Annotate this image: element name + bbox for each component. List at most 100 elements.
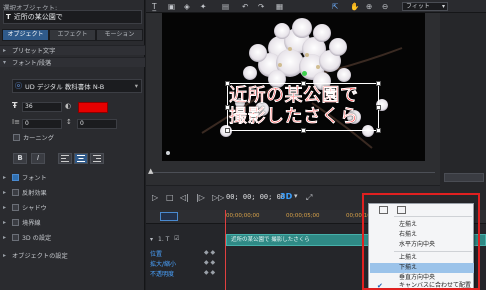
highlight-annotation <box>362 193 480 290</box>
scrub-marker-icon[interactable]: ▲ <box>148 167 153 175</box>
title-tool-icon[interactable]: T̲ <box>152 2 157 11</box>
select-tool-icon[interactable]: ⇱ <box>332 2 338 11</box>
undo-icon[interactable]: ↶ <box>242 2 248 11</box>
border-checkbox[interactable] <box>12 218 19 226</box>
caption-line-1: 近所の某公園で <box>229 85 359 106</box>
section-reflection[interactable]: ▸ 反射効果 <box>0 187 145 197</box>
prev-frame-icon[interactable]: ◁| <box>180 193 189 202</box>
chevron-down-icon: ▾ <box>441 3 445 10</box>
object-name-field[interactable]: T 近所の某公園で <box>3 10 142 24</box>
font-color-swatch[interactable] <box>78 102 108 113</box>
section-border-label: 境界線 <box>22 219 41 227</box>
title-caption[interactable]: 近所の某公園で 撮影したさくら <box>229 85 379 127</box>
track-checkbox[interactable]: ☑ <box>174 235 179 242</box>
section-border[interactable]: ▸ 境界線 <box>0 217 145 227</box>
3d-checkbox[interactable] <box>12 233 19 241</box>
text-object-icon: T <box>6 13 11 21</box>
zoom-out-icon[interactable]: ⊖ <box>382 2 388 11</box>
color-fill-icon: ◐ <box>65 102 72 110</box>
kerning-checkbox[interactable] <box>13 134 20 141</box>
ruler-tick-label: 00;00;05;00 <box>286 213 320 219</box>
hand-tool-icon[interactable]: ✋ <box>350 2 359 11</box>
properties-panel: 選択オブジェクト: T 近所の某公園で オブジェクト エフェクト モーション ▸… <box>0 0 145 290</box>
line-spacing-input[interactable]: 0 <box>77 119 117 129</box>
keyframe-icon[interactable]: ◆ ◆ <box>204 269 215 276</box>
section-shadow[interactable]: ▸ シャドウ <box>0 202 145 212</box>
preview-scrub-bar[interactable] <box>150 172 435 173</box>
caption-line-2: 撮影したさくら <box>229 106 359 127</box>
next-frame-icon[interactable]: |▷ <box>196 193 205 202</box>
keyframe-icon[interactable]: ◆ ◆ <box>204 259 215 266</box>
italic-button[interactable]: I <box>31 153 45 164</box>
particle-tool-icon[interactable]: ✦ <box>200 2 206 11</box>
font-size-input[interactable]: 36 <box>22 102 62 112</box>
section-preset[interactable]: ▸ プリセット文字 <box>0 45 145 55</box>
track-label: 1. T <box>158 236 170 243</box>
image-tool-icon[interactable]: ▣ <box>168 2 175 11</box>
resize-handle[interactable] <box>301 128 306 133</box>
align-center-icon <box>77 155 85 162</box>
kerning-option[interactable]: カーニング <box>13 133 54 142</box>
prop-opacity[interactable]: 不透明度 <box>150 269 174 278</box>
expand-arrow-icon: ▸ <box>3 233 7 241</box>
align-right-button[interactable] <box>90 153 104 164</box>
section-font[interactable]: ▾ フォント/段落 <box>0 57 145 67</box>
section-object-settings[interactable]: ▸ オブジェクトの設定 <box>0 250 145 260</box>
stop-icon[interactable]: □ <box>166 193 174 202</box>
redo-icon[interactable]: ↷ <box>258 2 264 11</box>
bold-button[interactable]: B <box>13 153 27 164</box>
char-spacing-icon: I≡ <box>12 118 20 126</box>
expand-arrow-icon: ▸ <box>3 47 7 54</box>
font-family-select[interactable]: ⓞ UD デジタル 教科書体 N-B ▾ <box>12 79 142 93</box>
chevron-down-icon: ▾ <box>134 82 138 90</box>
section-shadow-label: シャドウ <box>22 204 47 212</box>
layout-icon[interactable]: ▦ <box>276 2 283 11</box>
chevron-down-icon[interactable]: ▾ <box>294 192 298 200</box>
collapse-arrow-icon[interactable]: ▾ <box>150 236 153 243</box>
text-align-tool-icon[interactable]: ▤ <box>222 2 229 11</box>
align-center-button[interactable] <box>74 153 88 164</box>
expand-arrow-icon: ▸ <box>3 173 7 181</box>
align-right-icon <box>93 155 101 162</box>
keyframe-icon[interactable]: ◆ ◆ <box>204 249 215 256</box>
timecode-display[interactable]: 00; 00; 00; 00 <box>226 193 285 201</box>
zoom-fit-value: フィット <box>406 3 430 10</box>
opentype-icon: ⓞ <box>15 82 22 90</box>
zoom-fit-select[interactable]: フィット ▾ <box>402 2 448 11</box>
section-font-label: フォント/段落 <box>12 60 52 67</box>
section-font-toggle[interactable]: ▸ フォント <box>0 172 145 182</box>
prop-scale[interactable]: 拡大/縮小 <box>150 259 176 268</box>
resize-handle[interactable] <box>225 128 230 133</box>
font-family-value: UD デジタル 教科書体 N-B <box>25 83 105 91</box>
char-spacing-input[interactable]: 0 <box>22 119 62 129</box>
side-control[interactable] <box>444 173 484 182</box>
preview-canvas[interactable]: 近所の某公園で 撮影したさくら <box>162 13 425 161</box>
tab-effect[interactable]: エフェクト <box>49 29 96 41</box>
prop-position[interactable]: 位置 <box>150 249 162 258</box>
collapse-arrow-icon: ▾ <box>3 59 7 66</box>
shape-tool-icon[interactable]: ◈ <box>184 2 190 11</box>
playhead[interactable] <box>225 210 226 290</box>
ruler-tick-label: 00;00;00;00 <box>226 213 260 219</box>
section-3d[interactable]: ▸ 3D の設定 <box>0 232 145 242</box>
shadow-checkbox[interactable] <box>12 203 19 211</box>
section-object-settings-label: オブジェクトの設定 <box>12 252 68 260</box>
font-checkbox[interactable] <box>12 173 19 181</box>
align-left-icon <box>61 155 69 162</box>
resize-handle[interactable] <box>376 128 381 133</box>
tab-motion[interactable]: モーション <box>96 29 143 41</box>
section-reflection-label: 反射効果 <box>22 189 47 197</box>
zoom-in-icon[interactable]: ⊕ <box>366 2 372 11</box>
align-left-button[interactable] <box>58 153 72 164</box>
play-icon[interactable]: ▷ <box>152 193 158 202</box>
expand-arrow-icon: ▸ <box>3 188 7 196</box>
section-preset-label: プリセット文字 <box>12 48 56 55</box>
reflection-checkbox[interactable] <box>12 188 19 196</box>
ruler-zoom-control[interactable] <box>160 212 178 221</box>
rotate-handle[interactable] <box>302 71 307 76</box>
3d-mode-button[interactable]: 3D <box>280 192 292 201</box>
fast-forward-icon[interactable]: ▷▷ <box>212 193 224 202</box>
tab-object[interactable]: オブジェクト <box>2 29 49 41</box>
top-toolbar: T̲ ▣ ◈ ✦ ▤ ↶ ↷ ▦ ⇱ ✋ ⊕ ⊖ フィット ▾ <box>146 0 486 13</box>
fullscreen-icon[interactable]: ⤢ <box>306 193 312 203</box>
